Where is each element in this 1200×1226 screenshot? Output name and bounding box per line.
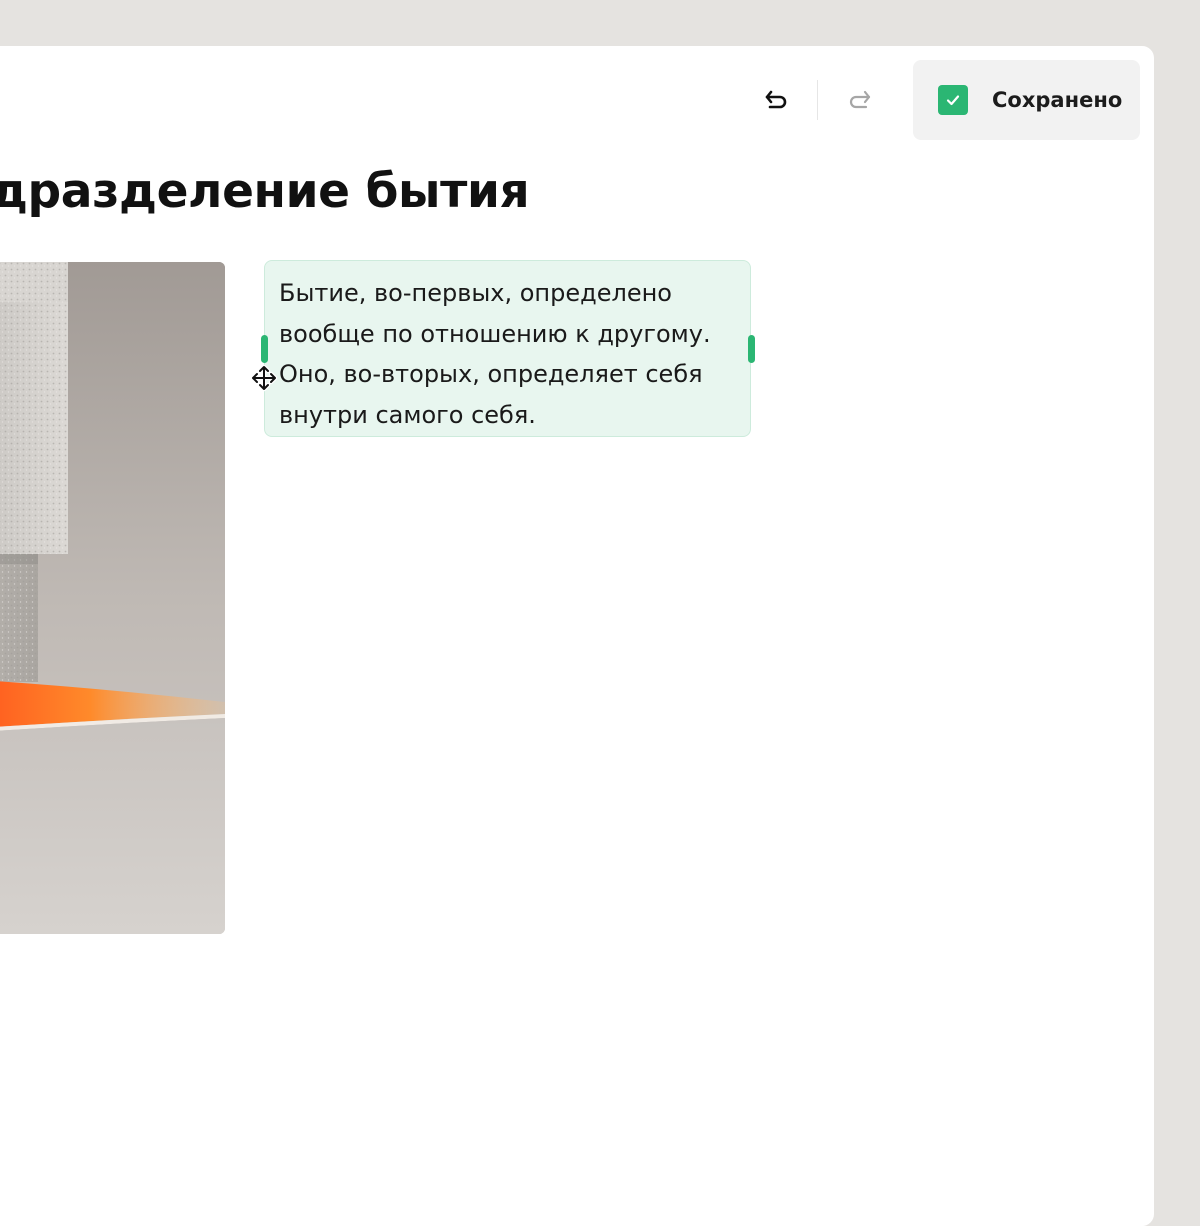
move-cursor-icon bbox=[250, 364, 278, 392]
resize-handle-left[interactable] bbox=[260, 335, 268, 363]
selected-text-block[interactable]: Бытие, во-первых, определено вообще по о… bbox=[260, 260, 755, 437]
resize-handle-right[interactable] bbox=[747, 335, 755, 363]
redo-arrow-icon bbox=[849, 90, 871, 109]
save-status-label: Сохранено bbox=[992, 88, 1123, 112]
redo-button[interactable] bbox=[839, 80, 879, 120]
undo-button[interactable] bbox=[757, 80, 797, 120]
text-block-content[interactable]: Бытие, во-первых, определено вообще по о… bbox=[279, 273, 736, 435]
page-title[interactable]: дразделение бытия bbox=[0, 164, 530, 220]
save-status-badge: Сохранено bbox=[913, 60, 1140, 140]
checkmark-icon bbox=[938, 85, 968, 115]
editor-canvas[interactable] bbox=[0, 460, 1150, 1200]
undo-arrow-icon bbox=[765, 90, 787, 109]
toolbar-divider bbox=[817, 80, 818, 120]
